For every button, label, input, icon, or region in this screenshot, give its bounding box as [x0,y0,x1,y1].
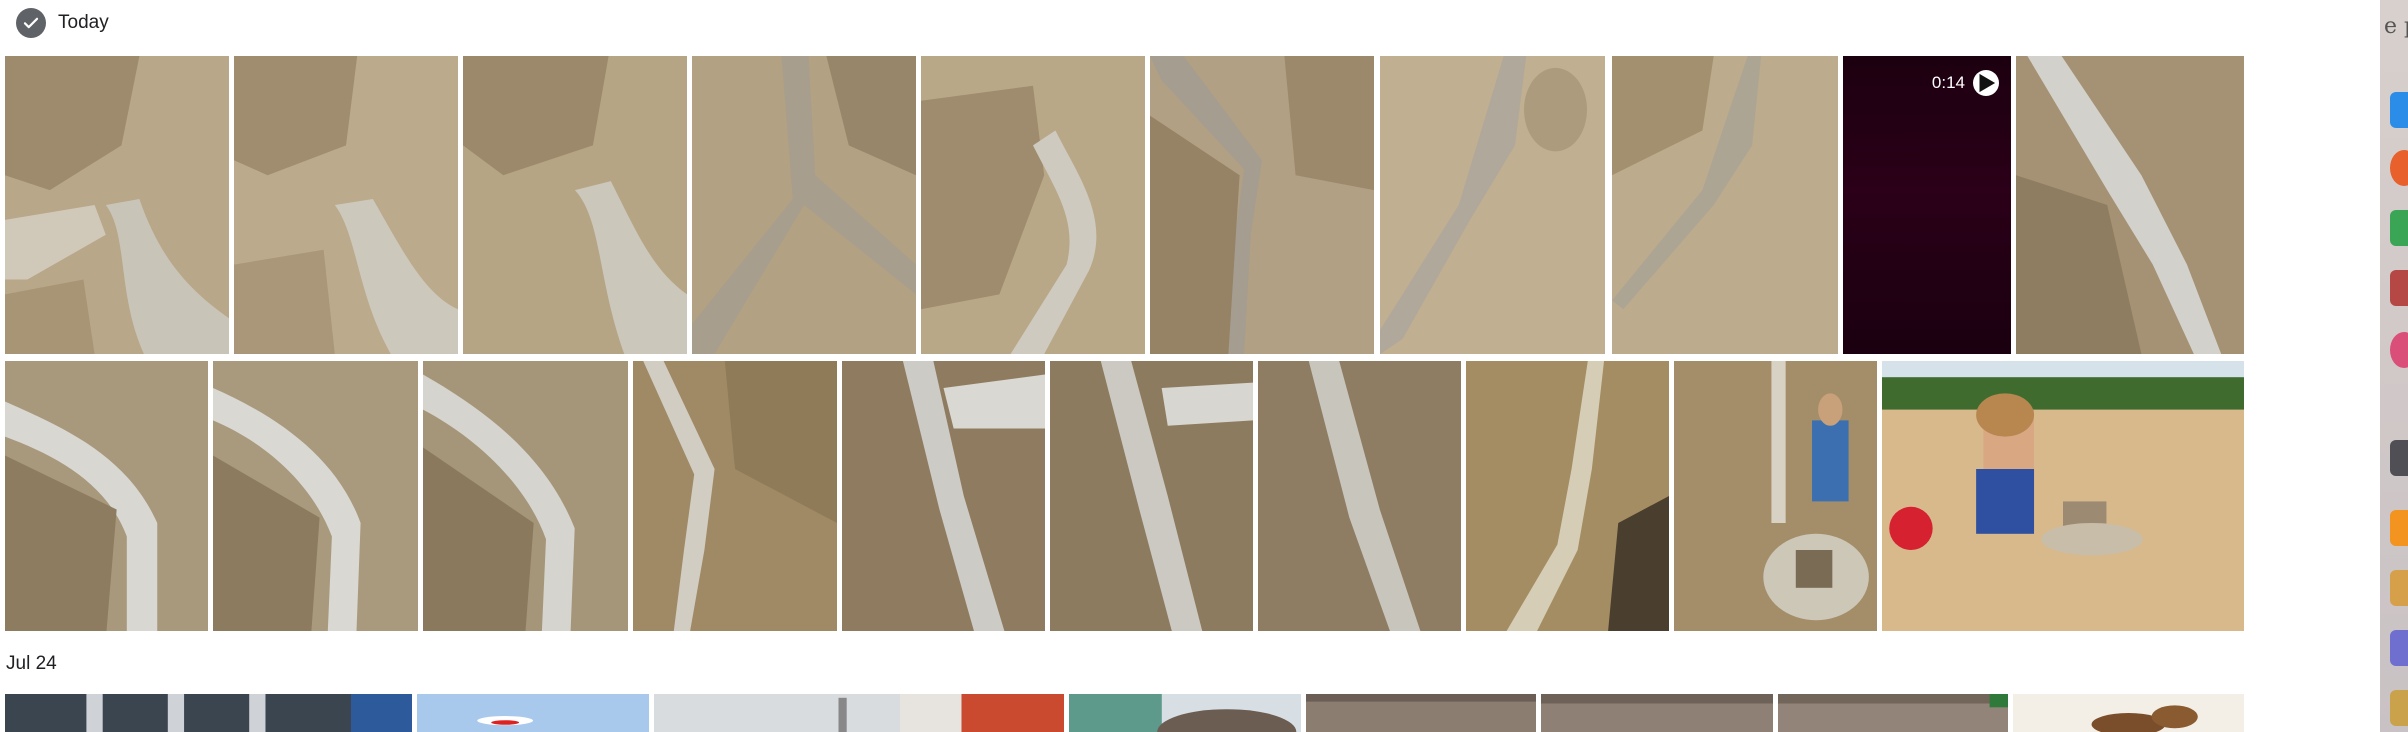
photo-thumbnail[interactable] [1069,694,1301,732]
photo-thumbnail[interactable] [921,56,1145,354]
app-icon[interactable] [2390,510,2408,546]
firefox-icon[interactable] [2390,150,2408,186]
photo-thumbnail[interactable] [692,56,916,354]
photo-thumbnail[interactable] [1466,361,1669,631]
photo-thumbnail[interactable] [5,694,412,732]
photo-thumbnail[interactable] [1050,361,1253,631]
photo-thumbnail[interactable] [1541,694,1773,732]
app-icon[interactable] [2390,630,2408,666]
app-icon[interactable] [2390,690,2408,726]
photo-thumbnail[interactable] [2016,56,2244,354]
section-header-jul24: Jul 24 [6,650,57,678]
photo-thumbnail[interactable] [1882,361,2244,631]
photo-thumbnail[interactable] [213,361,418,631]
section-title: Today [58,12,109,33]
photo-thumbnail[interactable] [417,694,649,732]
photo-grid-view: Today 0:14 Jul 24 [0,0,2380,732]
photo-thumbnail[interactable] [234,56,458,354]
section-header-today: Today [16,8,109,38]
photo-thumbnail[interactable] [1258,361,1461,631]
photo-thumbnail[interactable] [423,361,628,631]
section-title: Jul 24 [6,653,57,674]
photo-thumbnail[interactable] [1778,694,2008,732]
app-icon[interactable] [2390,332,2408,368]
video-duration: 0:14 [1931,73,1965,92]
calculator-icon[interactable] [2390,440,2408,476]
app-icon[interactable] [2390,570,2408,606]
finder-icon[interactable] [2390,92,2408,128]
check-circle-icon[interactable] [16,8,46,38]
photo-thumbnail[interactable] [1150,56,1374,354]
partial-window-text: e p [2384,14,2408,39]
photo-thumbnail[interactable] [463,56,687,354]
sheets-icon[interactable] [2390,210,2408,246]
photo-thumbnail[interactable] [5,56,229,354]
photo-thumbnail[interactable] [633,361,837,631]
app-icon[interactable] [2390,270,2408,306]
photo-thumbnail[interactable] [2013,694,2244,732]
photo-thumbnail[interactable] [5,361,208,631]
photo-thumbnail[interactable] [1674,361,1877,631]
desktop-dock-edge: e p [2380,0,2408,732]
video-overlay: 0:14 [1932,70,1999,96]
video-thumbnail[interactable]: 0:14 [1843,56,2011,354]
photo-thumbnail[interactable] [1612,56,1838,354]
play-icon [1973,70,1999,96]
photo-thumbnail[interactable] [842,361,1045,631]
photo-thumbnail[interactable] [1380,56,1605,354]
photo-thumbnail[interactable] [654,694,1064,732]
photo-thumbnail[interactable] [1306,694,1536,732]
